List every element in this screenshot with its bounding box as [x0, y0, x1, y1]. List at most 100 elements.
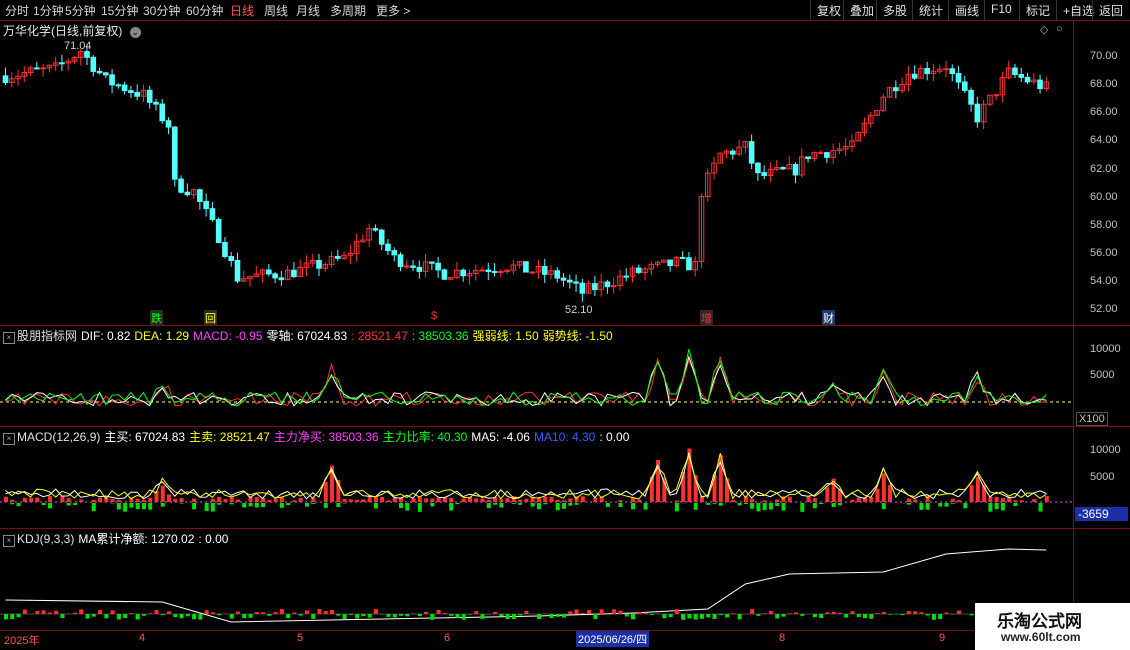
back-button[interactable]: 返回	[1092, 0, 1129, 20]
tab-15min[interactable]: 15分钟	[101, 2, 138, 19]
volume-bar	[524, 610, 529, 614]
tab-5min[interactable]: 5分钟	[65, 2, 96, 19]
histogram-bar	[160, 503, 165, 507]
multi-stock-button[interactable]: 多股	[876, 0, 913, 20]
histogram-bar	[417, 503, 422, 512]
event-marker[interactable]: 回	[204, 310, 217, 326]
volume-bar	[123, 614, 128, 619]
histogram-bar	[975, 477, 980, 502]
histogram-bar	[223, 498, 228, 502]
tab-more[interactable]: 更多 >	[376, 2, 410, 19]
volume-bar	[699, 614, 704, 619]
watermark-title: 乐淘公式网	[997, 612, 1082, 631]
indicator1-chart[interactable]	[0, 341, 1073, 425]
candle-body	[968, 89, 974, 105]
histogram-bar	[718, 503, 723, 506]
tab-weekly[interactable]: 周线	[264, 2, 288, 19]
histogram-bar	[229, 503, 234, 505]
histogram-bar	[925, 503, 930, 510]
volume-bar	[85, 614, 90, 619]
candlestick-chart[interactable]	[0, 21, 1073, 325]
histogram-bar	[762, 500, 767, 502]
candle-body	[171, 126, 178, 180]
volume-bar	[261, 612, 266, 614]
histogram-bar	[825, 487, 830, 502]
volume-bar	[756, 614, 761, 616]
watermark: 乐淘公式网 www.60lt.com	[975, 603, 1130, 650]
volume-bar	[894, 614, 899, 615]
volume-bar	[4, 614, 8, 620]
event-marker[interactable]: $	[431, 310, 437, 322]
histogram-bar	[311, 503, 316, 504]
volume-bar	[330, 609, 335, 614]
candle-body	[84, 51, 90, 58]
tab-1min[interactable]: 1分钟	[33, 2, 64, 19]
histogram-bar	[712, 503, 717, 504]
tab-60min[interactable]: 60分钟	[186, 2, 223, 19]
draw-button[interactable]: 画线	[948, 0, 985, 20]
stats-button[interactable]: 统计	[912, 0, 949, 20]
candle-body	[266, 269, 272, 275]
tab-monthly[interactable]: 月线	[296, 2, 320, 19]
volume-bar	[957, 610, 962, 614]
mark-button[interactable]: 标记	[1019, 0, 1056, 20]
event-marker[interactable]: 财	[822, 310, 835, 326]
f10-button[interactable]: F10	[984, 0, 1018, 20]
volume-bar	[449, 614, 454, 616]
candle-body	[146, 89, 153, 103]
candle-body	[755, 162, 761, 174]
candle-body	[541, 266, 548, 275]
volume-bar	[762, 613, 767, 614]
volume-bar	[580, 612, 585, 614]
volume-bar	[612, 609, 617, 614]
event-marker[interactable]: 增	[700, 310, 713, 326]
histogram-bar	[242, 503, 247, 508]
histogram-bar	[60, 496, 65, 502]
indicator2-chart[interactable]	[0, 442, 1073, 527]
tab-30min[interactable]: 30分钟	[143, 2, 180, 19]
divider	[0, 325, 1130, 326]
histogram-bar	[762, 503, 767, 511]
tab-multi-period[interactable]: 多周期	[330, 2, 366, 19]
event-marker[interactable]: 跌	[150, 310, 163, 326]
volume-bar	[900, 614, 905, 616]
volume-bar	[192, 614, 197, 620]
histogram-bar	[455, 503, 460, 505]
volume-bar	[787, 613, 792, 614]
histogram-bar	[254, 497, 259, 502]
histogram-bar	[217, 503, 222, 505]
overlay-button[interactable]: 叠加	[843, 0, 880, 20]
histogram-bar	[549, 496, 554, 502]
histogram-bar	[888, 485, 893, 502]
y-tick: 62.00	[1090, 163, 1118, 175]
candle-body	[378, 229, 385, 245]
adjust-button[interactable]: 复权	[810, 0, 847, 20]
x-tick: 8	[779, 632, 786, 644]
histogram-bar	[173, 498, 178, 502]
candle-body	[403, 265, 410, 268]
histogram-bar	[405, 503, 410, 511]
volume-bar	[104, 614, 109, 619]
histogram-bar	[1038, 503, 1043, 512]
candle-body	[272, 273, 278, 279]
volume-bar	[10, 614, 15, 620]
histogram-bar	[204, 503, 209, 512]
histogram-bar	[543, 496, 548, 502]
x-tick: 5	[297, 632, 304, 644]
volume-bar	[98, 610, 103, 614]
volume-bar	[562, 614, 567, 618]
candle-body	[748, 141, 755, 164]
volume-bar	[518, 614, 523, 616]
histogram-bar	[881, 503, 886, 510]
tab-daily[interactable]: 日线	[230, 2, 254, 19]
volume-bar	[574, 609, 579, 614]
histogram-bar	[499, 499, 504, 502]
indicator3-chart[interactable]	[0, 544, 1073, 630]
volume-bar	[267, 614, 272, 616]
tab-intraday[interactable]: 分时	[5, 2, 29, 19]
histogram-bar	[580, 496, 585, 502]
histogram-bar	[555, 499, 560, 502]
candle-body	[397, 254, 404, 267]
histogram-bar	[304, 503, 309, 507]
candle-body	[109, 74, 115, 86]
